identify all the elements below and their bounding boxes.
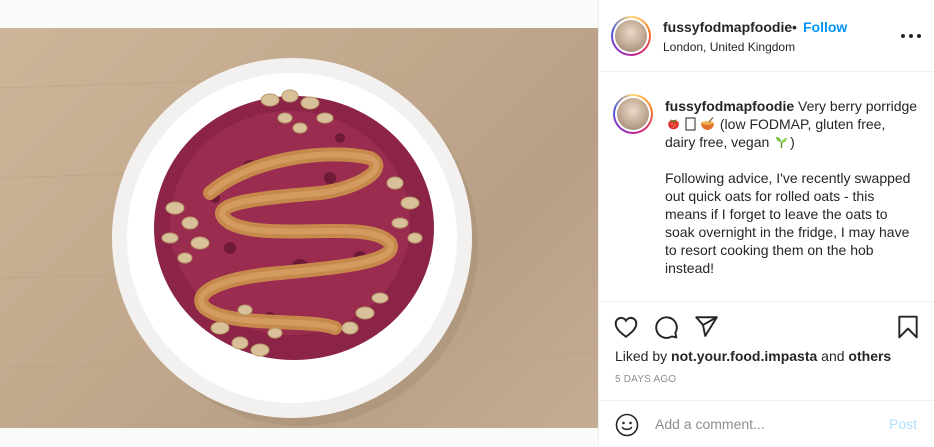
location-link[interactable]: London, United Kingdom — [663, 40, 795, 54]
caption-section: fussyfodmapfoodie Very berry porridge (l… — [599, 73, 934, 301]
heart-icon[interactable] — [613, 314, 639, 340]
caption-paragraph-2: Following advice, I've recently swapped … — [665, 170, 911, 276]
post-date[interactable]: 5 DAYS AGO — [615, 374, 676, 385]
more-horizontal-icon[interactable] — [901, 28, 921, 44]
follow-button[interactable]: Follow — [803, 19, 847, 35]
post-side-panel: fussyfodmapfoodie • Follow London, Unite… — [598, 0, 934, 447]
strawberry-emoji — [668, 119, 679, 130]
separator-dot: • — [792, 19, 797, 35]
share-icon[interactable] — [693, 314, 719, 340]
comment-input[interactable] — [655, 410, 875, 438]
likes-prefix: Liked by — [615, 348, 672, 364]
caption-line1: Very berry porridge — [794, 98, 918, 114]
caption-line1-end: ) — [790, 134, 795, 150]
bowl-emoji — [701, 117, 714, 130]
post-button[interactable]: Post — [889, 416, 917, 432]
avatar[interactable] — [611, 16, 651, 56]
likes-summary: Liked by not.your.food.impasta and other… — [615, 348, 891, 364]
header-username[interactable]: fussyfodmapfoodie — [663, 19, 792, 35]
smile-icon[interactable] — [615, 413, 639, 437]
liked-by-others-link[interactable]: others — [848, 348, 891, 364]
comment-icon[interactable] — [653, 314, 679, 340]
comment-bar: Post — [599, 400, 934, 447]
caption-avatar[interactable] — [613, 94, 653, 134]
post-header: fussyfodmapfoodie • Follow London, Unite… — [599, 0, 934, 72]
seedling-emoji — [776, 137, 788, 148]
post-image[interactable] — [0, 28, 598, 428]
unknown-glyph — [685, 117, 696, 131]
caption-username[interactable]: fussyfodmapfoodie — [665, 98, 794, 114]
caption-text: fussyfodmapfoodie Very berry porridge (l… — [665, 97, 919, 295]
liked-by-user-link[interactable]: not.your.food.impasta — [671, 348, 817, 364]
bookmark-icon[interactable] — [895, 314, 921, 340]
porridge-photo — [0, 58, 598, 426]
likes-and: and — [817, 348, 849, 364]
